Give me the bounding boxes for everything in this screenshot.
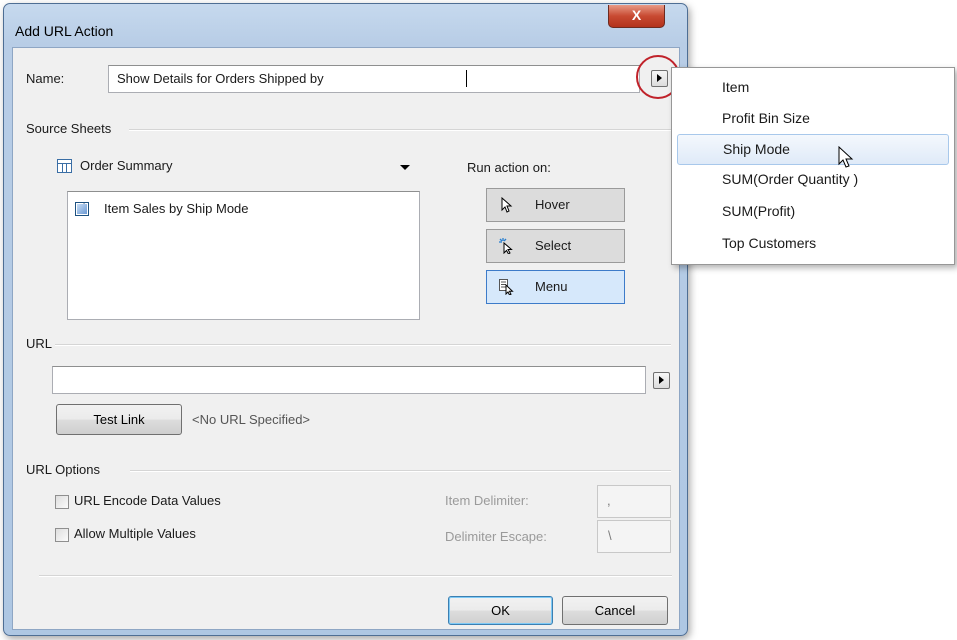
menu-item-top-customers[interactable]: Top Customers bbox=[677, 229, 947, 258]
datasource-table-icon bbox=[57, 159, 72, 173]
menu-item-label: Item bbox=[722, 79, 750, 95]
url-options-label: URL Options bbox=[26, 462, 100, 477]
menu-button[interactable]: Menu bbox=[486, 270, 625, 304]
delimiter-escape-value: \ bbox=[608, 528, 612, 543]
name-input[interactable]: Show Details for Orders Shipped by bbox=[108, 65, 640, 93]
mouse-cursor-icon bbox=[838, 146, 854, 168]
text-cursor bbox=[466, 70, 467, 87]
menu-item-label: Profit Bin Size bbox=[722, 110, 810, 126]
url-status-text: <No URL Specified> bbox=[192, 412, 311, 427]
allow-multiple-checkbox[interactable] bbox=[55, 528, 69, 542]
sheet-label: Item Sales by Ship Mode bbox=[104, 201, 249, 216]
sheets-list: ✓ Item Sales by Ship Mode bbox=[67, 191, 420, 320]
source-dropdown-value: Order Summary bbox=[80, 158, 173, 173]
item-delimiter-label: Item Delimiter: bbox=[445, 493, 529, 508]
dialog-title: Add URL Action bbox=[15, 23, 114, 39]
menu-item-label: Ship Mode bbox=[723, 141, 790, 157]
item-delimiter-value: , bbox=[607, 493, 611, 508]
url-options-divider bbox=[130, 470, 671, 472]
delimiter-escape-label: Delimiter Escape: bbox=[445, 529, 547, 544]
hover-button-label: Hover bbox=[535, 197, 570, 212]
menu-item-item[interactable]: Item bbox=[677, 73, 947, 102]
close-button[interactable]: X bbox=[608, 5, 665, 28]
run-action-label: Run action on: bbox=[467, 160, 551, 175]
menu-item-label: SUM(Profit) bbox=[722, 203, 796, 219]
ok-button[interactable]: OK bbox=[448, 596, 553, 625]
allow-multiple-label: Allow Multiple Values bbox=[74, 526, 196, 541]
url-encode-checkbox[interactable] bbox=[55, 495, 69, 509]
item-delimiter-input[interactable]: , bbox=[597, 485, 671, 518]
url-label: URL bbox=[26, 336, 53, 351]
sheet-checkbox[interactable]: ✓ bbox=[75, 200, 89, 216]
hover-button[interactable]: Hover bbox=[486, 188, 625, 222]
menu-pointer-icon bbox=[499, 279, 514, 295]
select-button-label: Select bbox=[535, 238, 572, 253]
menu-item-ship-mode[interactable]: Ship Mode bbox=[677, 134, 949, 165]
menu-item-sum-profit[interactable]: SUM(Profit) bbox=[677, 197, 947, 226]
select-click-icon bbox=[499, 238, 513, 254]
source-dropdown[interactable]: Order Summary bbox=[53, 151, 413, 181]
pointer-icon bbox=[501, 197, 513, 213]
url-input[interactable] bbox=[52, 366, 646, 394]
list-item[interactable]: ✓ Item Sales by Ship Mode bbox=[75, 200, 375, 219]
name-label: Name: bbox=[26, 71, 65, 86]
url-insert-field-button[interactable] bbox=[653, 372, 670, 389]
menu-item-label: SUM(Order Quantity ) bbox=[722, 171, 859, 187]
add-url-action-dialog: Add URL Action X Name: Show Details for … bbox=[3, 3, 688, 636]
menu-item-sum-order-quantity[interactable]: SUM(Order Quantity ) bbox=[677, 165, 947, 194]
cancel-button[interactable]: Cancel bbox=[562, 596, 668, 625]
field-menu: Item Profit Bin Size Ship Mode SUM(Order… bbox=[671, 67, 955, 265]
menu-item-profit-bin-size[interactable]: Profit Bin Size bbox=[677, 104, 947, 133]
dialog-body: Name: Show Details for Orders Shipped by… bbox=[12, 47, 680, 630]
url-encode-label: URL Encode Data Values bbox=[74, 493, 221, 508]
select-button[interactable]: Select bbox=[486, 229, 625, 263]
source-sheets-divider bbox=[129, 129, 671, 131]
delimiter-escape-input[interactable]: \ bbox=[597, 520, 671, 553]
url-divider bbox=[55, 344, 671, 346]
chevron-down-icon bbox=[400, 165, 410, 170]
test-link-button[interactable]: Test Link bbox=[56, 404, 182, 435]
footer-divider bbox=[39, 575, 672, 577]
name-input-value: Show Details for Orders Shipped by bbox=[117, 71, 328, 86]
source-sheets-label: Source Sheets bbox=[26, 121, 112, 136]
menu-item-label: Top Customers bbox=[722, 235, 817, 251]
menu-button-label: Menu bbox=[535, 279, 568, 294]
